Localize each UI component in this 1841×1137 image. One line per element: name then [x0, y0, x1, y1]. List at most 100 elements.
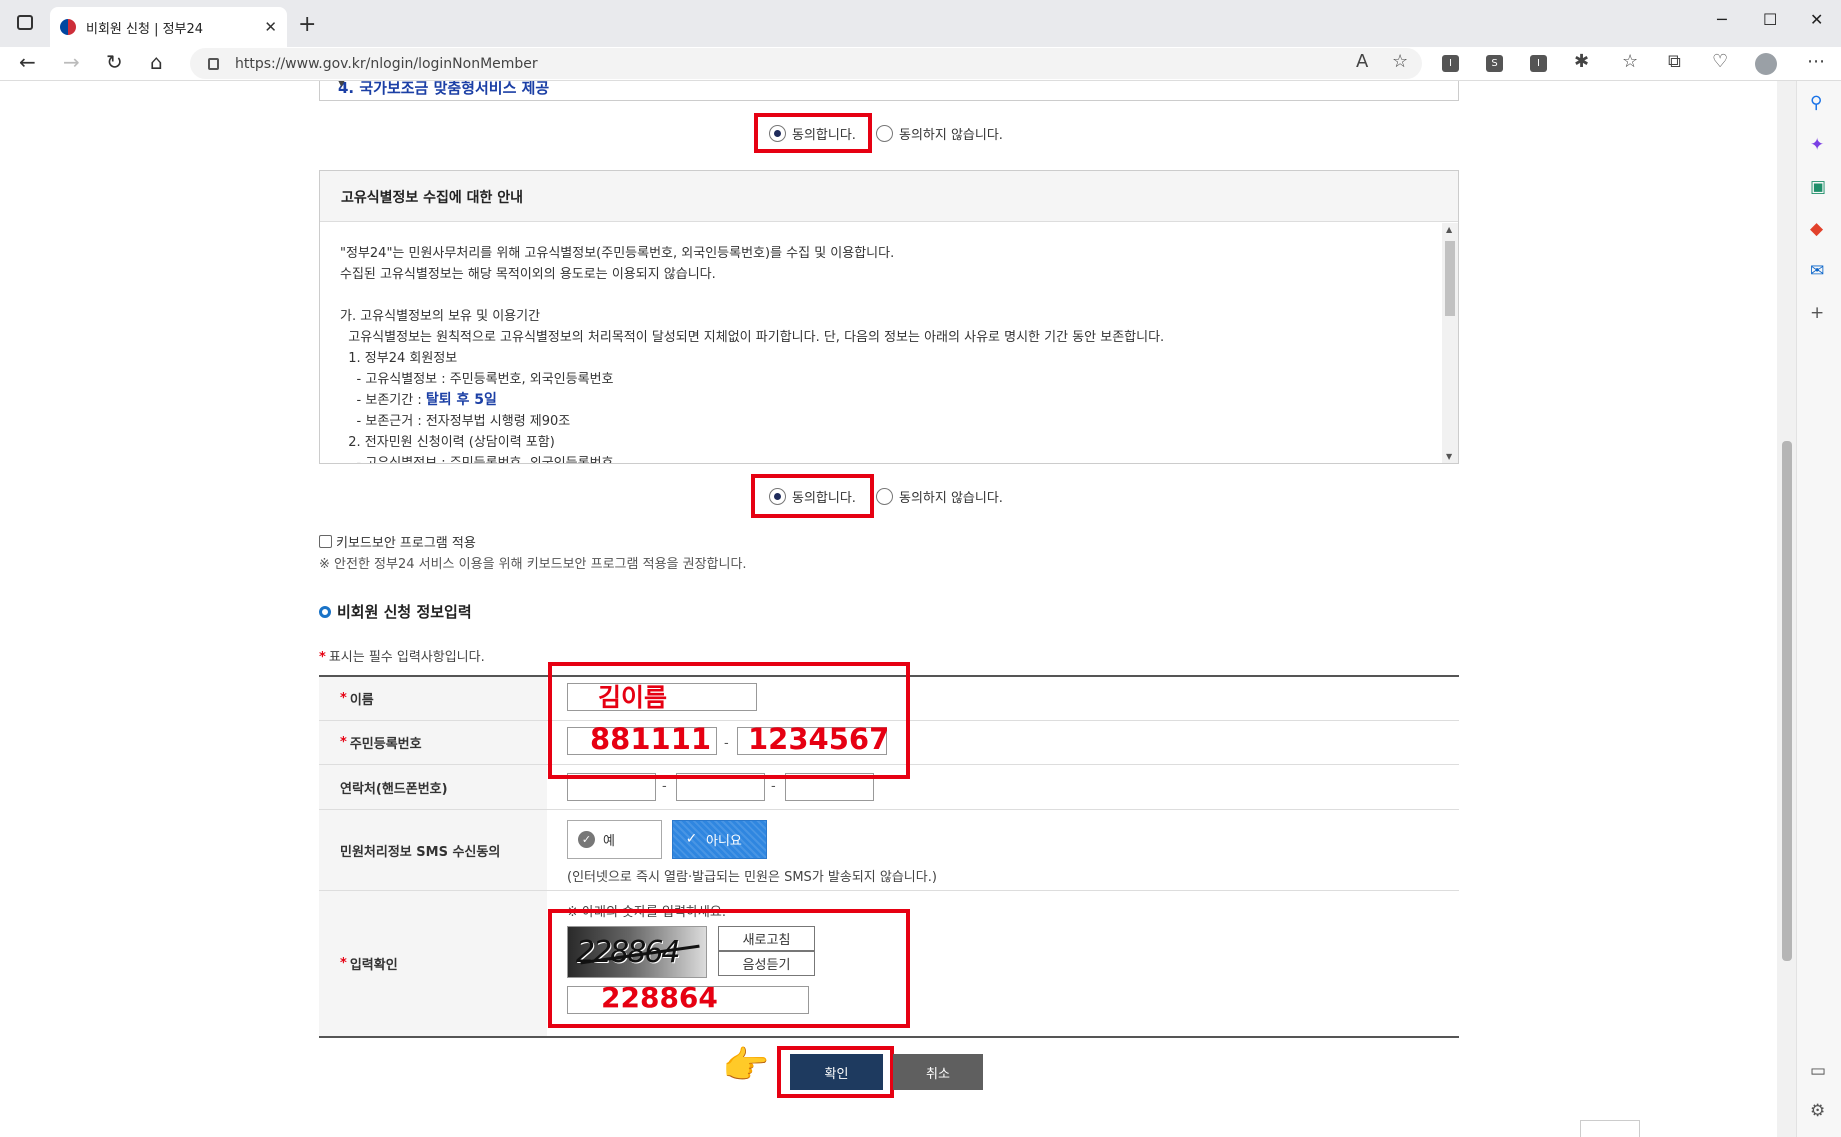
disagree-label[interactable]: 동의하지 않습니다.: [899, 124, 1003, 143]
sms-no-button[interactable]: ✓ 아니요: [672, 820, 767, 859]
highlight-box: [548, 909, 910, 1028]
highlight-box: [548, 662, 910, 779]
rrn-label-text: 주민등록번호: [349, 737, 422, 752]
edge-sidebar: ⚲ ✦ ▣ ◆ ✉ + ▭ ⚙: [1796, 81, 1841, 1137]
required-note-text: 표시는 필수 입력사항입니다.: [328, 650, 485, 665]
refresh-icon[interactable]: ↻: [106, 50, 123, 74]
check-icon: ✓: [578, 831, 595, 848]
dropdown-arrow-icon[interactable]: ▼: [338, 81, 1452, 89]
read-aloud-icon[interactable]: A: [1356, 51, 1368, 72]
dash: -: [771, 779, 776, 794]
phone-label: 연락처(핸드폰번호): [319, 765, 547, 809]
tools-icon[interactable]: ▣: [1810, 177, 1826, 197]
page-scrollbar-thumb[interactable]: [1782, 441, 1792, 961]
extension-s-icon[interactable]: S: [1486, 55, 1503, 72]
dash: -: [662, 779, 667, 794]
disagree-radio-1[interactable]: [876, 125, 893, 142]
required-star: *: [319, 650, 326, 665]
keyboard-security-option[interactable]: 키보드보안 프로그램 적용: [319, 532, 476, 551]
section-title: 비회원 신청 정보입력: [319, 601, 472, 622]
address-bar[interactable]: https://www.gov.kr/nlogin/loginNonMember: [190, 48, 1422, 79]
info-scrollbar[interactable]: ▲ ▼: [1442, 223, 1458, 463]
required-star: *: [340, 956, 347, 971]
tab-close-icon[interactable]: ✕: [264, 18, 277, 36]
info-line: - 보존기간 : 탈퇴 후 5일: [340, 390, 1420, 411]
page-scrollbar[interactable]: [1777, 81, 1796, 1137]
extension-icon[interactable]: I: [1530, 55, 1547, 72]
collections-icon[interactable]: ⧉: [1668, 51, 1681, 72]
terms-select[interactable]: 4. 국가보조금 맞춤형서비스 제공 ▼: [319, 81, 1459, 101]
split-icon[interactable]: ▭: [1810, 1061, 1826, 1081]
info-scrollbar-thumb[interactable]: [1445, 241, 1455, 316]
keyboard-security-note: ※ 안전한 정부24 서비스 이용을 위해 키보드보안 프로그램 적용을 권장합…: [319, 557, 747, 572]
copilot-icon[interactable]: ✦: [1810, 135, 1824, 155]
browser-essentials-icon[interactable]: ♡: [1712, 51, 1728, 72]
extensions-icon[interactable]: ✱: [1574, 51, 1589, 72]
minimize-button[interactable]: ─: [1717, 10, 1727, 29]
new-tab-button[interactable]: +: [298, 12, 316, 37]
page-content: 4. 국가보조금 맞춤형서비스 제공 ▼ 동의합니다. 동의하지 않습니다. 고…: [0, 81, 1777, 1137]
sms-yes-button[interactable]: ✓ 예: [567, 820, 662, 859]
agree-label[interactable]: 동의합니다.: [792, 487, 856, 506]
tab-title: 비회원 신청 | 정부24: [86, 21, 204, 37]
tab-actions-icon[interactable]: [17, 15, 33, 30]
info-line: [340, 285, 1420, 306]
check-icon: ✓: [685, 831, 698, 847]
browser-tab-bar: 비회원 신청 | 정부24 ✕ + ─ ☐ ✕: [0, 0, 1841, 47]
info-line: - 고유식별정보 : 주민등록번호, 외국인등록번호: [340, 453, 1420, 463]
keyboard-security-label[interactable]: 키보드보안 프로그램 적용: [336, 532, 476, 551]
favorites-icon[interactable]: ☆: [1622, 51, 1638, 72]
info-line: 가. 고유식별정보의 보유 및 이용기간: [340, 309, 541, 324]
keyboard-security-checkbox[interactable]: [319, 535, 332, 548]
browser-tab[interactable]: 비회원 신청 | 정부24 ✕: [50, 7, 287, 47]
form-row-sms: 민원처리정보 SMS 수신동의 ✓ 예 ✓ 아니요 (인터넷으로 즉시 열람·발…: [319, 810, 1459, 891]
required-note: * 표시는 필수 입력사항입니다.: [319, 646, 485, 665]
window-close-button[interactable]: ✕: [1810, 10, 1823, 29]
unique-info-notice: 고유식별정보 수집에 대한 안내 "정부24"는 민원사무처리를 위해 고유식별…: [319, 170, 1459, 464]
sms-label: 민원처리정보 SMS 수신동의: [319, 810, 547, 890]
search-icon[interactable]: ⚲: [1810, 93, 1822, 113]
add-icon[interactable]: +: [1810, 303, 1824, 323]
lock-icon: [208, 57, 219, 70]
favorite-add-icon[interactable]: ☆: [1392, 51, 1408, 72]
sms-no-label: 아니요: [706, 834, 742, 849]
retention-period: 탈퇴 후 5일: [425, 392, 497, 408]
unique-info-heading: 고유식별정보 수집에 대한 안내: [320, 171, 1458, 222]
section-title-text: 비회원 신청 정보입력: [337, 603, 472, 621]
info-line: 고유식별정보는 원칙적으로 고유식별정보의 처리목적이 달성되면 지체없이 파기…: [340, 330, 1165, 345]
settings-icon[interactable]: ⚙: [1810, 1101, 1825, 1121]
profile-icon[interactable]: [1755, 53, 1777, 75]
info-line: 수집된 고유식별정보는 해당 목적이외의 용도로는 이용되지 않습니다.: [340, 267, 716, 282]
outlook-icon[interactable]: ✉: [1810, 261, 1824, 281]
confirm-button[interactable]: 확인: [790, 1054, 883, 1090]
required-star: *: [340, 691, 347, 706]
agree-radio-1[interactable]: [769, 125, 786, 142]
agree-radio-2[interactable]: [769, 488, 786, 505]
home-icon[interactable]: ⌂: [150, 50, 163, 74]
sms-yes-label: 예: [603, 834, 615, 849]
maximize-button[interactable]: ☐: [1763, 10, 1777, 29]
agree-row-2: 동의합니다. 동의하지 않습니다.: [0, 474, 1777, 518]
captcha-label-text: 입력확인: [349, 958, 398, 973]
scroll-up-icon[interactable]: ▲: [1446, 225, 1452, 234]
more-icon[interactable]: ⋯: [1807, 51, 1825, 72]
info-line: - 보존근거 : 전자정부법 시행령 제90조: [340, 414, 571, 429]
agree-label[interactable]: 동의합니다.: [792, 124, 856, 143]
office-icon[interactable]: ◆: [1810, 219, 1823, 239]
url-text: https://www.gov.kr/nlogin/loginNonMember: [235, 55, 538, 72]
info-line: "정부24"는 민원사무처리를 위해 고유식별정보(주민등록번호, 외국인등록번…: [340, 246, 895, 261]
retention-label: - 보존기간 :: [340, 393, 426, 408]
back-icon[interactable]: ←: [19, 50, 36, 74]
disagree-label[interactable]: 동의하지 않습니다.: [899, 487, 1003, 506]
scroll-down-icon[interactable]: ▼: [1446, 452, 1452, 461]
extension-icon[interactable]: I: [1442, 55, 1459, 72]
captcha-label: * 입력확인: [319, 891, 547, 1036]
cancel-button[interactable]: 취소: [893, 1054, 983, 1090]
info-line: 1. 정부24 회원정보: [340, 351, 458, 366]
forward-icon: →: [63, 50, 80, 74]
disagree-radio-2[interactable]: [876, 488, 893, 505]
name-label-text: 이름: [349, 693, 374, 708]
info-line: 2. 전자민원 신청이력 (상담이력 포함): [340, 435, 555, 450]
rrn-label: * 주민등록번호: [319, 721, 547, 764]
required-star: *: [340, 735, 347, 750]
